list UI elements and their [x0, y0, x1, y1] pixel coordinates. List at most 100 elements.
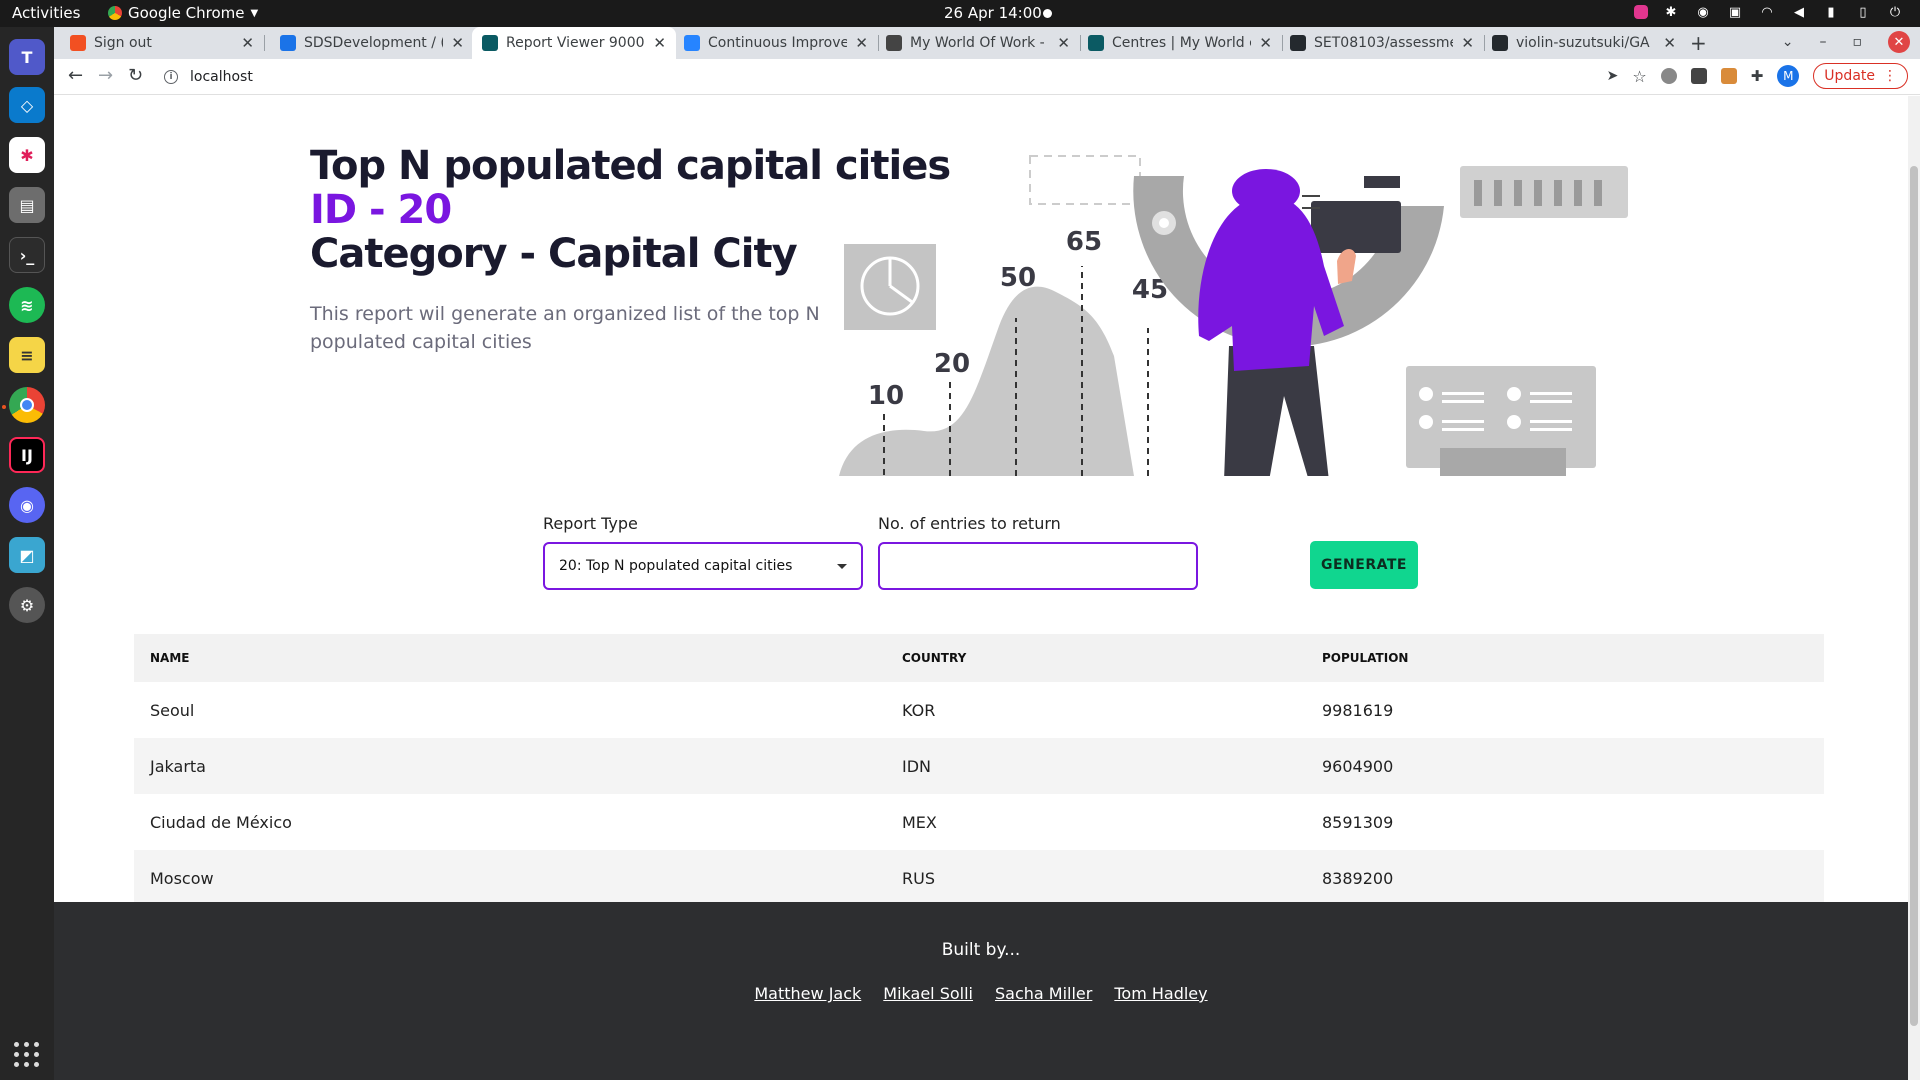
- tab-search-icon[interactable]: ⌄: [1782, 34, 1794, 50]
- report-description: This report wil generate an organized li…: [310, 303, 820, 353]
- author-link[interactable]: Matthew Jack: [754, 984, 861, 1003]
- tab-title: Continuous Improve: [708, 35, 848, 51]
- volume-icon[interactable]: ◀: [1790, 3, 1808, 21]
- chrome-dock-icon[interactable]: [9, 387, 45, 423]
- update-button[interactable]: Update ⋮: [1813, 63, 1908, 89]
- new-tab-icon[interactable]: +: [1690, 31, 1707, 55]
- teams-icon[interactable]: T: [9, 39, 45, 75]
- tab-close-icon[interactable]: ✕: [653, 34, 666, 52]
- discord-icon[interactable]: ◉: [9, 487, 45, 523]
- tab-1[interactable]: SDSDevelopment / (✕: [270, 27, 474, 59]
- update-label: Update: [1824, 68, 1875, 84]
- intellij-icon[interactable]: IJ: [9, 437, 45, 473]
- app-menu[interactable]: Google Chrome ▼: [108, 4, 258, 22]
- author-link[interactable]: Tom Hadley: [1114, 984, 1207, 1003]
- tab-favicon-icon: [1088, 35, 1104, 51]
- tab-close-icon[interactable]: ✕: [1259, 34, 1272, 52]
- cell-population: 9604900: [1306, 738, 1824, 794]
- author-list: Matthew Jack Mikael Solli Sacha Miller Tom …: [54, 984, 1908, 1003]
- page-scrollbar[interactable]: [1908, 96, 1920, 1080]
- tab-5[interactable]: Centres | My World c ✕: [1078, 27, 1282, 59]
- cell-country: RUS: [886, 850, 1306, 906]
- back-icon[interactable]: ←: [68, 65, 83, 86]
- extension-icon-2[interactable]: [1690, 68, 1707, 84]
- reload-icon[interactable]: ↻: [128, 65, 143, 86]
- tab-favicon-icon: [1492, 35, 1508, 51]
- cell-country: IDN: [886, 738, 1306, 794]
- page-title: Top N populated capital cities: [310, 143, 951, 189]
- hero-heading: Top N populated capital cities ID - 20 C…: [310, 143, 951, 276]
- close-window-icon[interactable]: ✕: [1888, 31, 1910, 53]
- tab-4[interactable]: My World Of Work - ✕: [876, 27, 1080, 59]
- report-type-label: Report Type: [543, 514, 638, 533]
- site-info-icon[interactable]: i: [164, 70, 178, 84]
- puzzle-icon[interactable]: ✚: [1751, 67, 1764, 85]
- tab-0[interactable]: Sign out ✕: [60, 27, 264, 59]
- report-type-select[interactable]: 20: Top N populated capital cities: [543, 542, 863, 590]
- cell-name: Jakarta: [134, 738, 886, 794]
- author-link[interactable]: Mikael Solli: [883, 984, 973, 1003]
- scrollbar-thumb[interactable]: [1910, 166, 1918, 1026]
- minimize-icon[interactable]: –: [1820, 34, 1827, 50]
- cell-population: 8591309: [1322, 812, 1394, 832]
- column-header-country[interactable]: COUNTRY: [886, 634, 1306, 682]
- discord-tray-icon[interactable]: ◉: [1694, 3, 1712, 21]
- dock: T ◇ ✱ ▤ ›_ ≋ ≡ IJ ◉ ◩ ⚙: [0, 27, 54, 1080]
- vscode-icon[interactable]: ◇: [9, 87, 45, 123]
- avatar[interactable]: M: [1777, 65, 1800, 87]
- system-tray[interactable]: ✱ ◉ ▣ ◠ ◀ ▮ ▯ ⏻: [1634, 3, 1904, 21]
- power-icon[interactable]: ⏻: [1886, 3, 1904, 21]
- tab-close-icon[interactable]: ✕: [241, 34, 254, 52]
- show-apps-icon[interactable]: [14, 1042, 40, 1068]
- microphone-icon[interactable]: ▮: [1822, 3, 1840, 21]
- entries-label: No. of entries to return: [878, 514, 1061, 533]
- tab-2[interactable]: Report Viewer 9000 ✕: [472, 27, 676, 59]
- terminal-icon[interactable]: ›_: [9, 237, 45, 273]
- author-link[interactable]: Sacha Miller: [995, 984, 1092, 1003]
- tab-close-icon[interactable]: ✕: [451, 34, 464, 52]
- tab-title: SET08103/assessme: [1314, 35, 1454, 51]
- clock[interactable]: 26 Apr 14:00: [944, 4, 1042, 22]
- files-icon[interactable]: ▤: [9, 187, 45, 223]
- app-name: Google Chrome: [128, 4, 245, 22]
- column-header-name[interactable]: NAME: [134, 634, 886, 682]
- send-icon[interactable]: ➤: [1607, 68, 1619, 84]
- table-row: Seoul KOR 9981619: [134, 682, 1824, 738]
- battery-icon[interactable]: ▯: [1854, 3, 1872, 21]
- toolbar-actions: ➤ ☆ ✚ M Update ⋮: [1607, 63, 1908, 89]
- settings-icon[interactable]: ⚙: [9, 587, 45, 623]
- chrome-icon: [108, 6, 122, 20]
- tab-close-icon[interactable]: ✕: [1057, 34, 1070, 52]
- browser-toolbar: ← → ↻ i localhost ➤ ☆ ✚ M Update ⋮: [54, 59, 1920, 95]
- address-bar[interactable]: i localhost: [164, 62, 1574, 92]
- bookmark-star-icon[interactable]: ☆: [1632, 67, 1646, 86]
- entries-input[interactable]: [878, 542, 1198, 590]
- tab-3[interactable]: Continuous Improve ✕: [674, 27, 878, 59]
- activities-button[interactable]: Activities: [12, 4, 80, 22]
- generate-button[interactable]: GENERATE: [1310, 541, 1418, 589]
- tab-close-icon[interactable]: ✕: [1461, 34, 1474, 52]
- tab-close-icon[interactable]: ✕: [855, 34, 868, 52]
- forward-icon[interactable]: →: [98, 65, 113, 86]
- notes-icon[interactable]: ≡: [9, 337, 45, 373]
- screenshot-icon[interactable]: ◩: [9, 537, 45, 573]
- tab-6[interactable]: SET08103/assessme ✕: [1280, 27, 1484, 59]
- column-header-population[interactable]: POPULATION: [1306, 634, 1824, 682]
- tab-7[interactable]: violin-suzutsuki/GA ✕: [1482, 27, 1686, 59]
- cell-country: MEX: [902, 812, 937, 832]
- page-viewport: 10 20 50 65 45 Top N populated capital c…: [54, 96, 1908, 1080]
- slack-tray-icon[interactable]: ✱: [1662, 3, 1680, 21]
- dropdown-caret-icon: [837, 563, 847, 569]
- tab-close-icon[interactable]: ✕: [1663, 34, 1676, 52]
- cell-name: Seoul: [150, 700, 195, 720]
- spotify-icon[interactable]: ≋: [9, 287, 45, 323]
- chart-tick-65: 65: [1066, 227, 1102, 257]
- wifi-icon[interactable]: ◠: [1758, 3, 1776, 21]
- teams-tray-icon[interactable]: ▣: [1726, 3, 1744, 21]
- slack-icon[interactable]: ✱: [9, 137, 45, 173]
- maximize-icon[interactable]: ▫: [1853, 34, 1863, 50]
- extension-icon-3[interactable]: [1720, 68, 1737, 84]
- extension-icon-1[interactable]: [1660, 68, 1677, 84]
- tray-app-icon[interactable]: [1634, 5, 1648, 19]
- tab-title: Sign out: [94, 35, 152, 51]
